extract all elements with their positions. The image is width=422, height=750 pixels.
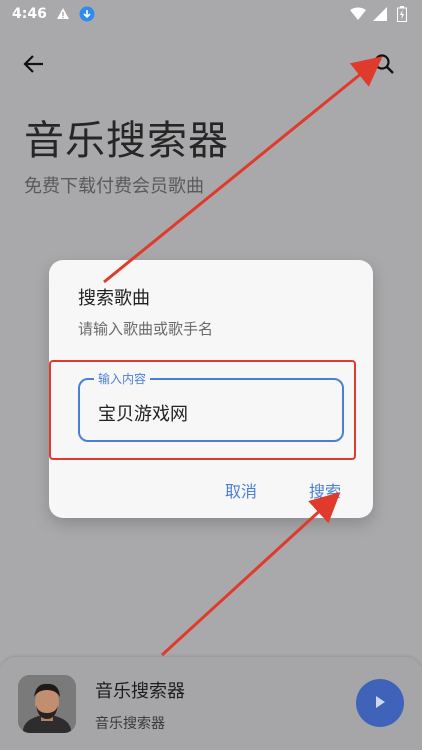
play-button[interactable]: [356, 679, 404, 727]
page-subtitle: 免费下载付费会员歌曲: [24, 176, 204, 197]
dialog-title: 搜索歌曲: [78, 288, 150, 309]
arrow-to-search-icon: [103, 56, 383, 284]
annotation-highlight: [49, 360, 356, 460]
signal-icon: [372, 6, 388, 22]
play-icon: [373, 694, 387, 713]
cancel-button[interactable]: 取消: [225, 478, 257, 502]
page-title: 音乐搜索器: [24, 118, 229, 164]
player-bar[interactable]: 音乐搜索器 音乐搜索器: [0, 657, 422, 750]
player-title: 音乐搜索器: [95, 681, 185, 702]
warning-icon: [55, 6, 71, 22]
status-bar: 4:46: [0, 0, 422, 28]
back-button[interactable]: [18, 50, 50, 82]
wifi-icon: [350, 6, 366, 22]
search-button[interactable]: [368, 50, 400, 82]
dialog-hint: 请输入歌曲或歌手名: [78, 320, 214, 338]
avatar: [18, 675, 76, 733]
confirm-search-button[interactable]: 搜索: [309, 478, 341, 502]
battery-icon: [394, 6, 410, 22]
arrow-left-icon: [23, 53, 45, 79]
arrow-to-search-button: [160, 491, 341, 657]
search-icon: [373, 53, 395, 79]
download-icon: [79, 6, 95, 22]
status-time: 4:46: [12, 6, 47, 22]
player-subtitle: 音乐搜索器: [95, 716, 165, 732]
